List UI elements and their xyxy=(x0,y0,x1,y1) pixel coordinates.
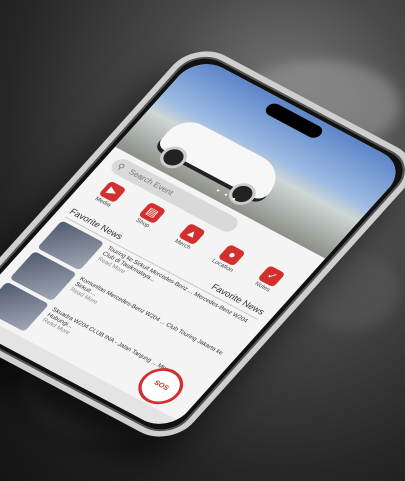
menu-item-media[interactable]: ▶ Media xyxy=(80,177,133,219)
menu-item-location[interactable]: ● Location xyxy=(200,240,253,282)
menu-item-notes[interactable]: ✓ Notes xyxy=(239,262,292,304)
menu-item-merch[interactable]: ▲ Merch xyxy=(160,219,213,261)
menu-item-shop[interactable]: ▤ Shop xyxy=(120,198,173,240)
